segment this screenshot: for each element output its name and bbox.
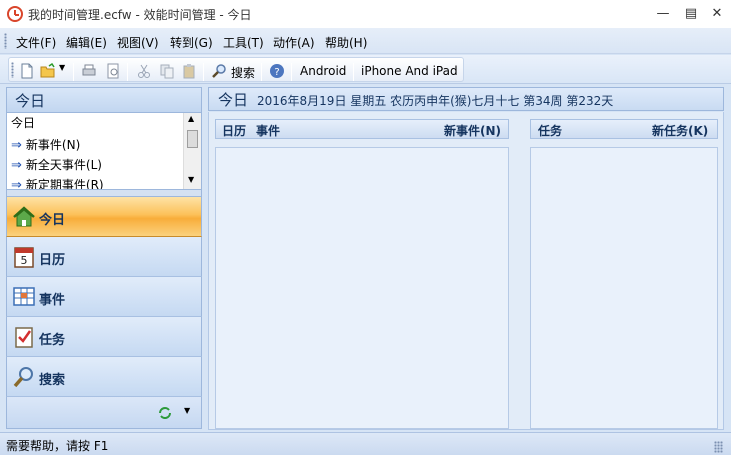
nav-options-icon[interactable]	[157, 405, 173, 421]
search-button[interactable]: 搜索	[231, 64, 255, 81]
nav-search-label: 搜索	[39, 373, 66, 388]
scroll-down-icon[interactable]: ▼	[188, 175, 194, 184]
toolbar-separator	[73, 63, 74, 81]
calendar-icon: 5	[14, 247, 34, 268]
minimize-icon[interactable]: —	[651, 4, 675, 24]
nav-search[interactable]: 搜索	[6, 357, 202, 397]
quick-action-list: 今日 ⇒ 新事件(N) ⇒ 新全天事件(L) ⇒ 新定期事件(R)	[6, 113, 202, 189]
status-bar: 需要帮助，请按 F1	[0, 432, 731, 455]
today-content: 日历 事件 新事件(N) 任务 新任务(K)	[208, 112, 724, 430]
new-recurring-event-link[interactable]: ⇒ 新定期事件(R)	[11, 176, 104, 189]
home-icon	[13, 206, 35, 227]
event-grid-icon	[13, 287, 35, 306]
print-icon[interactable]	[81, 63, 97, 79]
scroll-up-icon[interactable]: ▲	[188, 114, 194, 123]
list-item[interactable]: 今日	[11, 114, 35, 134]
new-recurring-event-label: 新定期事件(R)	[25, 178, 104, 189]
nav-today-label: 今日	[39, 213, 66, 228]
event-column-label: 事件	[256, 124, 281, 138]
toolbar-separator	[291, 63, 292, 81]
events-panel-header: 日历 事件 新事件(N)	[215, 119, 509, 139]
left-panel-header: 今日	[6, 87, 202, 113]
calendar-column-label: 日历	[222, 124, 247, 138]
nav-events[interactable]: 事件	[6, 277, 202, 317]
print-preview-icon[interactable]	[105, 63, 121, 79]
paste-icon[interactable]	[181, 63, 197, 79]
task-check-icon	[15, 327, 33, 348]
grip-icon	[11, 62, 14, 78]
new-file-icon[interactable]	[19, 63, 35, 79]
title-bar: 我的时间管理.ecfw - 效能时间管理 - 今日 — ▤ ✕	[0, 0, 731, 28]
panel-splitter[interactable]	[6, 189, 202, 197]
toolbar-separator	[261, 63, 262, 81]
toolbar-separator	[127, 63, 128, 81]
menu-file[interactable]: 文件(F)	[16, 34, 56, 51]
new-allday-event-link[interactable]: ⇒ 新全天事件(L)	[11, 156, 102, 176]
clock-app-icon	[7, 6, 23, 22]
maximize-icon[interactable]: ▤	[679, 4, 703, 24]
new-event-link[interactable]: ⇒ 新事件(N)	[11, 136, 80, 156]
nav-calendar-label: 日历	[39, 253, 66, 268]
task-column-label: 任务	[538, 124, 563, 138]
iphone-ipad-button[interactable]: iPhone And iPad	[361, 64, 458, 78]
list-item-label: 今日	[11, 116, 36, 130]
new-event-label: 新事件(N)	[25, 138, 81, 152]
help-icon[interactable]: ?	[269, 63, 285, 79]
toolbar-separator	[203, 63, 204, 81]
svg-text:?: ?	[274, 67, 279, 78]
nav-events-label: 事件	[39, 293, 66, 308]
nav-footer: ▼	[6, 397, 202, 429]
new-allday-event-label: 新全天事件(L)	[25, 158, 102, 172]
menu-edit[interactable]: 编辑(E)	[66, 34, 107, 51]
resize-grip-icon[interactable]	[714, 441, 723, 453]
nav-today[interactable]: 今日	[6, 197, 202, 237]
svg-text:5: 5	[21, 254, 28, 267]
toolbar-separator	[353, 63, 354, 81]
list-scrollbar[interactable]: ▲ ▼	[183, 113, 201, 189]
menu-bar: 文件(F) 编辑(E) 视图(V) 转到(G) 工具(T) 动作(A) 帮助(H…	[0, 28, 731, 54]
nav-tasks[interactable]: 任务	[6, 317, 202, 357]
events-list[interactable]	[215, 147, 509, 429]
close-icon[interactable]: ✕	[705, 4, 729, 24]
grip-icon	[4, 33, 7, 49]
arrow-right-icon: ⇒	[11, 138, 22, 153]
open-folder-icon[interactable]	[40, 63, 56, 79]
tasks-panel-header: 任务 新任务(K)	[530, 119, 718, 139]
toolbar-strip: ▼ 搜索 ? Android iPhone And iPad	[8, 57, 464, 82]
new-event-button[interactable]: 新事件(N)	[444, 122, 501, 139]
magnifier-icon	[13, 367, 33, 388]
android-button[interactable]: Android	[300, 64, 346, 78]
cut-icon[interactable]	[136, 63, 152, 79]
arrow-right-icon: ⇒	[11, 158, 22, 173]
chevron-down-icon[interactable]: ▼	[184, 406, 190, 415]
tasks-list[interactable]	[530, 147, 718, 429]
menu-view[interactable]: 视图(V)	[117, 34, 159, 51]
menu-tools[interactable]: 工具(T)	[223, 34, 264, 51]
chevron-down-icon[interactable]: ▼	[59, 63, 65, 72]
menu-action[interactable]: 动作(A)	[273, 34, 315, 51]
search-icon[interactable]	[211, 63, 227, 79]
menu-goto[interactable]: 转到(G)	[170, 34, 213, 51]
nav-tasks-label: 任务	[39, 333, 66, 348]
scroll-thumb[interactable]	[187, 130, 198, 148]
arrow-right-icon: ⇒	[11, 178, 22, 189]
status-text: 需要帮助，请按 F1	[6, 439, 109, 453]
menu-help[interactable]: 帮助(H)	[325, 34, 367, 51]
nav-calendar[interactable]: 5 日历	[6, 237, 202, 277]
date-header: 今日 2016年8月19日 星期五 农历丙申年(猴)七月十七 第34周 第232…	[208, 87, 724, 111]
toolbar: ▼ 搜索 ? Android iPhone And iPad	[0, 55, 731, 84]
new-task-button[interactable]: 新任务(K)	[652, 122, 708, 139]
left-panel-title: 今日	[15, 92, 46, 110]
copy-icon[interactable]	[159, 63, 175, 79]
page-title: 今日	[218, 91, 249, 109]
window-title: 我的时间管理.ecfw - 效能时间管理 - 今日	[28, 8, 252, 22]
date-info: 2016年8月19日 星期五 农历丙申年(猴)七月十七 第34周 第232天	[257, 94, 614, 108]
